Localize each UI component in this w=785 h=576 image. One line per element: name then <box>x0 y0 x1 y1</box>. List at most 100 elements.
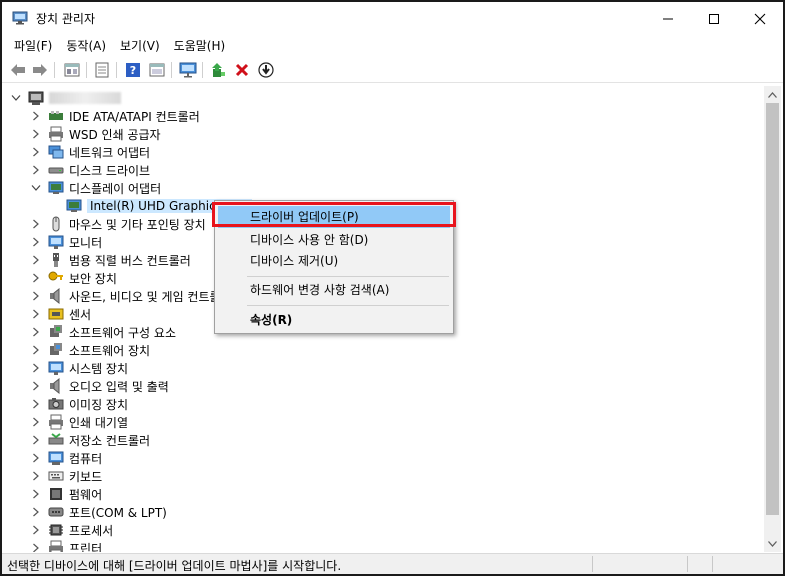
display-adapter-icon <box>66 198 82 214</box>
tree-category-item[interactable]: 사운드, 비디오 및 게임 컨트롤러 <box>30 287 232 305</box>
title-bar: 장치 관리자 <box>2 2 783 35</box>
context-uninstall-device[interactable]: 디바이스 제거(U) <box>218 250 450 272</box>
expand-arrow-icon[interactable] <box>30 344 42 356</box>
tree-category-item[interactable]: 인쇄 대기열 <box>30 413 128 431</box>
tree-category-item[interactable]: WSD 인쇄 공급자 <box>30 125 161 143</box>
menu-file[interactable]: 파일(F) <box>8 36 58 56</box>
tree-category-item[interactable]: 프린터 <box>30 539 102 552</box>
collapse-arrow-icon[interactable] <box>30 182 42 194</box>
menu-help[interactable]: 도움말(H) <box>168 36 232 56</box>
help-button[interactable]: ? <box>123 60 143 80</box>
scroll-thumb[interactable] <box>766 103 779 515</box>
scan-hardware-button[interactable] <box>178 60 198 80</box>
menu-view[interactable]: 보기(V) <box>114 36 166 56</box>
context-properties[interactable]: 속성(R) <box>218 309 450 331</box>
tree-category-item[interactable]: 네트워크 어댑터 <box>30 143 150 161</box>
status-divider <box>712 556 713 572</box>
tree-category-item[interactable]: 마우스 및 기타 포인팅 장치 <box>30 215 206 233</box>
tree-category-item[interactable]: 소프트웨어 구성 요소 <box>30 323 176 341</box>
expand-arrow-icon[interactable] <box>30 146 42 158</box>
uninstall-device-button[interactable] <box>232 60 252 80</box>
uninstall-icon <box>235 63 249 77</box>
printer-icon <box>48 126 64 142</box>
context-separator <box>247 305 449 306</box>
tree-category-item[interactable]: 모니터 <box>30 233 102 251</box>
view-button[interactable] <box>147 60 167 80</box>
tree-category-item[interactable]: 시스템 장치 <box>30 359 128 377</box>
tree-item-label: 프린터 <box>69 541 103 553</box>
tree-item-label: 오디오 입력 및 출력 <box>69 379 169 394</box>
printer-icon <box>48 540 64 552</box>
tree-category-item[interactable]: 소프트웨어 장치 <box>30 341 150 359</box>
expand-arrow-icon[interactable] <box>30 272 42 284</box>
usb-icon <box>48 252 64 268</box>
context-disable-device[interactable]: 디바이스 사용 안 함(D) <box>218 229 450 251</box>
expand-arrow-icon[interactable] <box>30 236 42 248</box>
tree-category-item[interactable]: 디스플레이 어댑터 <box>30 179 161 197</box>
minimize-button[interactable] <box>645 2 691 35</box>
tree-item-label: 디스플레이 어댑터 <box>69 181 162 196</box>
expand-arrow-icon[interactable] <box>30 488 42 500</box>
view-icon <box>149 63 165 77</box>
menu-bar: 파일(F) 동작(A) 보기(V) 도움말(H) <box>2 35 783 57</box>
tree-category-item[interactable]: IDE ATA/ATAPI 컨트롤러 <box>30 107 200 125</box>
expand-arrow-icon[interactable] <box>30 254 42 266</box>
tree-item-label: 포트(COM & LPT) <box>69 505 167 520</box>
expand-arrow-icon[interactable] <box>30 218 42 230</box>
device-view-button[interactable] <box>62 60 82 80</box>
expand-arrow-icon[interactable] <box>30 452 42 464</box>
tree-category-item[interactable]: 컴퓨터 <box>30 449 102 467</box>
vertical-scrollbar[interactable] <box>764 86 781 552</box>
tree-category-item[interactable]: 키보드 <box>30 467 102 485</box>
scroll-up-button[interactable] <box>764 86 781 103</box>
back-button[interactable] <box>8 60 28 80</box>
expand-arrow-icon[interactable] <box>30 434 42 446</box>
expand-arrow-icon[interactable] <box>30 470 42 482</box>
close-icon <box>754 13 766 24</box>
expand-arrow-icon[interactable] <box>30 416 42 428</box>
tree-category-item[interactable]: 보안 장치 <box>30 269 117 287</box>
expand-arrow-icon[interactable] <box>30 308 42 320</box>
tree-category-item[interactable]: 펌웨어 <box>30 485 102 503</box>
expand-arrow-icon[interactable] <box>30 362 42 374</box>
download-button[interactable] <box>256 60 276 80</box>
update-driver-button[interactable] <box>208 60 228 80</box>
menu-action[interactable]: 동작(A) <box>60 36 112 56</box>
scroll-down-button[interactable] <box>764 535 781 552</box>
tree-category-item[interactable]: 범용 직렬 버스 컨트롤러 <box>30 251 191 269</box>
tree-category-item[interactable]: 포트(COM & LPT) <box>30 503 167 521</box>
expand-arrow-icon[interactable] <box>30 524 42 536</box>
key-icon <box>48 270 64 286</box>
tree-root[interactable] <box>10 89 121 107</box>
expand-arrow-icon[interactable] <box>30 326 42 338</box>
tree-category-item[interactable]: 오디오 입력 및 출력 <box>30 377 169 395</box>
expand-arrow-icon[interactable] <box>30 542 42 552</box>
tree-category-item[interactable]: 프로세서 <box>30 521 113 539</box>
expand-arrow-icon[interactable] <box>30 290 42 302</box>
chevron-up-icon <box>768 91 777 98</box>
expand-arrow-icon[interactable] <box>30 380 42 392</box>
tree-item-label: 컴퓨터 <box>69 451 103 466</box>
context-scan-hardware[interactable]: 하드웨어 변경 사항 검색(A) <box>218 279 450 301</box>
properties-button[interactable] <box>92 60 112 80</box>
status-divider <box>687 556 688 572</box>
tree-item-label: 디스크 드라이브 <box>69 163 151 178</box>
camera-icon <box>48 396 64 412</box>
back-arrow-icon <box>11 64 25 76</box>
collapse-arrow-icon[interactable] <box>10 92 22 104</box>
tree-category-item[interactable]: 저장소 컨트롤러 <box>30 431 150 449</box>
expand-arrow-icon[interactable] <box>30 164 42 176</box>
tree-category-item[interactable]: 디스크 드라이브 <box>30 161 150 179</box>
tree-item-label: 이미징 장치 <box>69 397 129 412</box>
expand-arrow-icon[interactable] <box>30 110 42 122</box>
software-component-icon <box>48 324 64 340</box>
close-button[interactable] <box>737 2 783 35</box>
maximize-button[interactable] <box>691 2 737 35</box>
expand-arrow-icon[interactable] <box>30 506 42 518</box>
expand-arrow-icon[interactable] <box>30 398 42 410</box>
forward-button[interactable] <box>30 60 50 80</box>
tree-category-item[interactable]: 센서 <box>30 305 91 323</box>
expand-arrow-icon[interactable] <box>30 128 42 140</box>
tree-category-item[interactable]: 이미징 장치 <box>30 395 128 413</box>
